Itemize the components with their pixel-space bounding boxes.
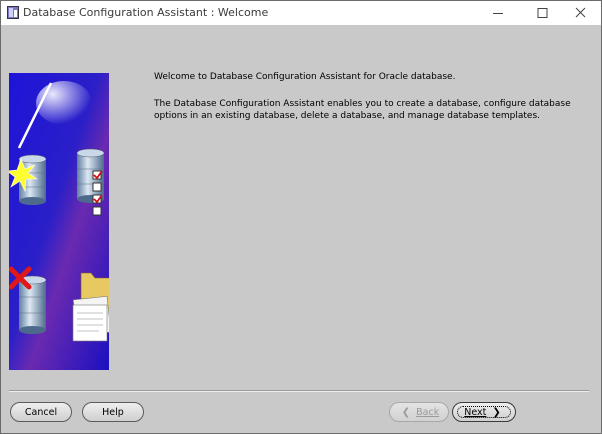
description-line-1: The Database Configuration Assistant ena… bbox=[154, 99, 571, 109]
window-title: Database Configuration Assistant : Welco… bbox=[23, 6, 269, 19]
close-button[interactable] bbox=[562, 1, 600, 25]
minimize-button[interactable] bbox=[479, 1, 517, 25]
cancel-button[interactable]: Cancel bbox=[10, 402, 72, 422]
title-bar[interactable]: Database Configuration Assistant : Welco… bbox=[1, 1, 601, 25]
help-button[interactable]: Help bbox=[82, 402, 144, 422]
description-text: The Database Configuration Assistant ena… bbox=[154, 98, 594, 122]
back-label: Back bbox=[416, 406, 440, 418]
wizard-body: Welcome to Database Configuration Assist… bbox=[1, 25, 601, 433]
app-icon bbox=[7, 6, 19, 19]
cancel-label: Cancel bbox=[24, 406, 58, 418]
chevron-left-icon: ❮ bbox=[401, 406, 411, 418]
welcome-text: Welcome to Database Configuration Assist… bbox=[154, 72, 456, 82]
description-line-2: options in an existing database, delete … bbox=[154, 111, 541, 121]
next-button[interactable]: Next ❯ bbox=[452, 402, 516, 422]
back-button[interactable]: ❮ Back bbox=[389, 402, 449, 422]
button-separator bbox=[9, 390, 589, 392]
maximize-button[interactable] bbox=[523, 1, 561, 25]
minimize-icon bbox=[493, 13, 503, 14]
help-label: Help bbox=[102, 406, 124, 418]
maximize-icon bbox=[537, 8, 548, 18]
focus-ring bbox=[457, 406, 511, 418]
close-icon bbox=[575, 7, 586, 18]
dbca-window: Database Configuration Assistant : Welco… bbox=[0, 0, 602, 434]
welcome-illustration bbox=[9, 73, 109, 370]
